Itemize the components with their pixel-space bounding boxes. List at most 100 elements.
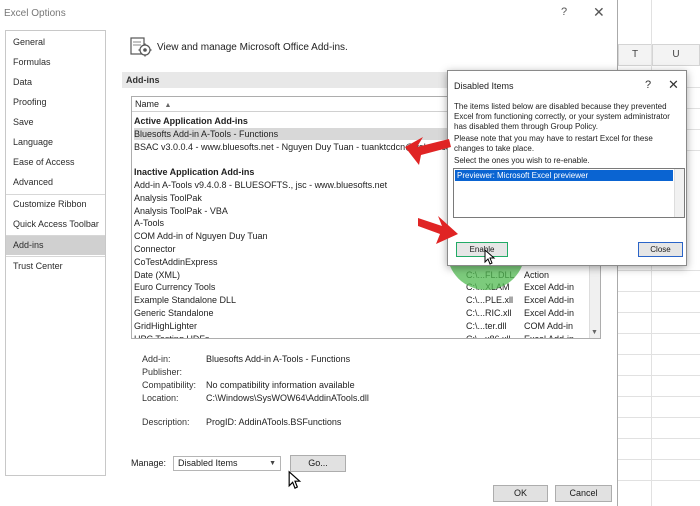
ok-button[interactable]: OK bbox=[493, 485, 548, 502]
sidebar-item-trust-center[interactable]: Trust Center bbox=[6, 257, 105, 276]
title-bar: Excel Options ? ✕ bbox=[0, 0, 618, 28]
grid-line bbox=[618, 438, 700, 439]
column-header-u[interactable]: U bbox=[652, 44, 700, 66]
grid-line bbox=[618, 291, 700, 292]
add-in-name: Add-in A-Tools v9.4.0.8 - BLUESOFTS., js… bbox=[134, 180, 388, 190]
close-button[interactable]: Close bbox=[638, 242, 683, 257]
add-in-name: Euro Currency Tools bbox=[134, 282, 216, 293]
grid-line bbox=[618, 375, 700, 376]
table-row[interactable]: Example Standalone DLL C:\...PLE.xll Excel… bbox=[134, 294, 589, 306]
column-header-t[interactable]: T bbox=[618, 44, 652, 66]
add-in-type: Excel Add-in bbox=[524, 295, 575, 306]
detail-label: Publisher: bbox=[142, 367, 183, 377]
dropdown-caret-icon: ▼ bbox=[269, 460, 276, 467]
add-in-type: Action bbox=[524, 269, 550, 280]
add-in-location: C:\...PLE.xll bbox=[466, 295, 514, 306]
add-in-name: HPC Testing UDFs bbox=[134, 333, 210, 339]
add-in-type: Excel Add-in bbox=[524, 333, 575, 339]
page-header: View and manage Microsoft Office Add-ins… bbox=[157, 42, 348, 53]
instruction-text: Select the ones you wish to re-enable. bbox=[454, 156, 590, 165]
add-in-type: Excel Add-in bbox=[524, 308, 575, 318]
sidebar-item-ease-of-access[interactable]: Ease of Access bbox=[6, 153, 105, 172]
column-header-name[interactable]: Name bbox=[135, 99, 159, 109]
cancel-button[interactable]: Cancel bbox=[555, 485, 612, 502]
window-title: Excel Options bbox=[4, 8, 66, 19]
add-in-name: Bluesofts Add-in A-Tools - Functions bbox=[134, 128, 279, 139]
red-arrow-icon bbox=[418, 216, 458, 244]
explanation-text: The items listed below are disabled beca… bbox=[454, 102, 670, 131]
detail-value: Bluesofts Add-in A-Tools - Functions bbox=[206, 354, 351, 364]
sidebar-item-add-ins[interactable]: Add-ins bbox=[6, 236, 105, 255]
detail-compatibility: Compatibility: No compatibility informat… bbox=[142, 379, 562, 391]
table-row[interactable]: Euro Currency ToolsC:\...XLAMExcel Add-i… bbox=[134, 281, 589, 293]
detail-value: ProgID: AddinATools.BSFunctions bbox=[206, 417, 342, 427]
sidebar-item-language[interactable]: Language bbox=[6, 133, 105, 152]
disabled-items-list[interactable]: Previewer: Microsoft Excel previewer bbox=[453, 168, 685, 218]
addins-icon bbox=[130, 37, 152, 57]
sidebar-item-quick-access-toolbar[interactable]: Quick Access Toolbar bbox=[6, 215, 105, 234]
grid-line bbox=[618, 480, 700, 481]
grid-line bbox=[618, 417, 700, 418]
grid-line bbox=[618, 333, 700, 334]
grid-line bbox=[618, 312, 700, 313]
close-icon[interactable]: ✕ bbox=[668, 77, 679, 93]
add-in-type: Excel Add-in bbox=[524, 282, 575, 293]
add-in-location: C:\...ter.dll bbox=[466, 320, 507, 331]
add-in-location: C:\...RIC.xll bbox=[466, 308, 512, 318]
section-title-add-ins: Add-ins bbox=[122, 72, 450, 88]
add-in-name: Generic Standalone bbox=[134, 308, 214, 318]
grid-line bbox=[618, 396, 700, 397]
close-icon[interactable]: ✕ bbox=[593, 4, 605, 21]
list-item-previewer[interactable]: Previewer: Microsoft Excel previewer bbox=[455, 170, 673, 181]
sidebar-item-customize-ribbon[interactable]: Customize Ribbon bbox=[6, 195, 105, 214]
sidebar-item-advanced[interactable]: Advanced bbox=[6, 173, 105, 192]
detail-location: Location: C:\Windows\SysWOW64\AddinATool… bbox=[142, 392, 562, 404]
disabled-items-dialog: Disabled Items ? ✕ The items listed belo… bbox=[447, 70, 687, 266]
table-row[interactable]: HPC Testing UDFs C:\...x86.xll Excel Add-i… bbox=[134, 333, 589, 339]
add-in-name: Analysis ToolPak - VBA bbox=[134, 205, 228, 216]
detail-label: Add-in: bbox=[142, 354, 171, 364]
table-row[interactable]: Generic Standalone C:\...RIC.xll Excel Add… bbox=[134, 307, 589, 319]
add-in-name: Analysis ToolPak bbox=[134, 192, 202, 203]
grid-line bbox=[618, 459, 700, 460]
sidebar-item-general[interactable]: General bbox=[6, 33, 105, 52]
add-in-type: COM Add-in bbox=[524, 320, 574, 331]
sidebar-item-save[interactable]: Save bbox=[6, 113, 105, 132]
table-row[interactable]: GridHighLighter C:\...ter.dll COM Add-in bbox=[134, 320, 589, 332]
help-icon[interactable]: ? bbox=[645, 79, 651, 91]
sidebar-item-data[interactable]: Data bbox=[6, 73, 105, 92]
detail-label: Compatibility: bbox=[142, 380, 197, 390]
table-row[interactable]: Date (XML)C:\...FL.DLLAction bbox=[134, 269, 589, 281]
list-scrollbar[interactable] bbox=[674, 169, 684, 217]
restart-note: Please note that you may have to restart… bbox=[454, 134, 653, 153]
enable-button[interactable]: Enable bbox=[456, 242, 508, 257]
manage-dropdown[interactable]: Disabled Items ▼ bbox=[173, 456, 281, 471]
detail-add-in: Add-in: Bluesofts Add-in A-Tools - Funct… bbox=[142, 353, 562, 365]
mouse-cursor-icon bbox=[288, 470, 302, 489]
grid-line bbox=[618, 270, 700, 271]
add-in-name: Date (XML) bbox=[134, 269, 181, 280]
detail-label: Description: bbox=[142, 417, 190, 427]
detail-value: No compatibility information available bbox=[206, 380, 355, 390]
dialog-title: Disabled Items bbox=[454, 81, 514, 91]
add-in-location: C:\...x86.xll bbox=[466, 333, 511, 339]
detail-value: C:\Windows\SysWOW64\AddinATools.dll bbox=[206, 393, 369, 403]
scroll-down-icon[interactable]: ▼ bbox=[591, 329, 598, 336]
manage-label: Manage: bbox=[131, 458, 167, 468]
add-in-name: CoTestAddinExpress bbox=[134, 256, 218, 267]
add-in-name: GridHighLighter bbox=[134, 320, 198, 331]
grid-line bbox=[618, 354, 700, 355]
detail-label: Location: bbox=[142, 393, 179, 403]
add-in-name: Active Application Add-ins bbox=[134, 116, 248, 126]
detail-description: Description: ProgID: AddinATools.BSFunct… bbox=[142, 416, 562, 428]
help-icon[interactable]: ? bbox=[561, 6, 567, 18]
red-arrow-icon bbox=[405, 137, 451, 165]
sidebar-item-proofing[interactable]: Proofing bbox=[6, 93, 105, 112]
add-in-name: Connector bbox=[134, 244, 176, 254]
add-in-name: Inactive Application Add-ins bbox=[134, 167, 255, 178]
manage-dropdown-value: Disabled Items bbox=[178, 458, 238, 468]
add-in-name: Example Standalone DLL bbox=[134, 295, 237, 306]
sort-up-icon: ▲ bbox=[164, 102, 172, 109]
add-in-name: COM Add-in of Nguyen Duy Tuan bbox=[134, 231, 268, 242]
sidebar-item-formulas[interactable]: Formulas bbox=[6, 53, 105, 72]
